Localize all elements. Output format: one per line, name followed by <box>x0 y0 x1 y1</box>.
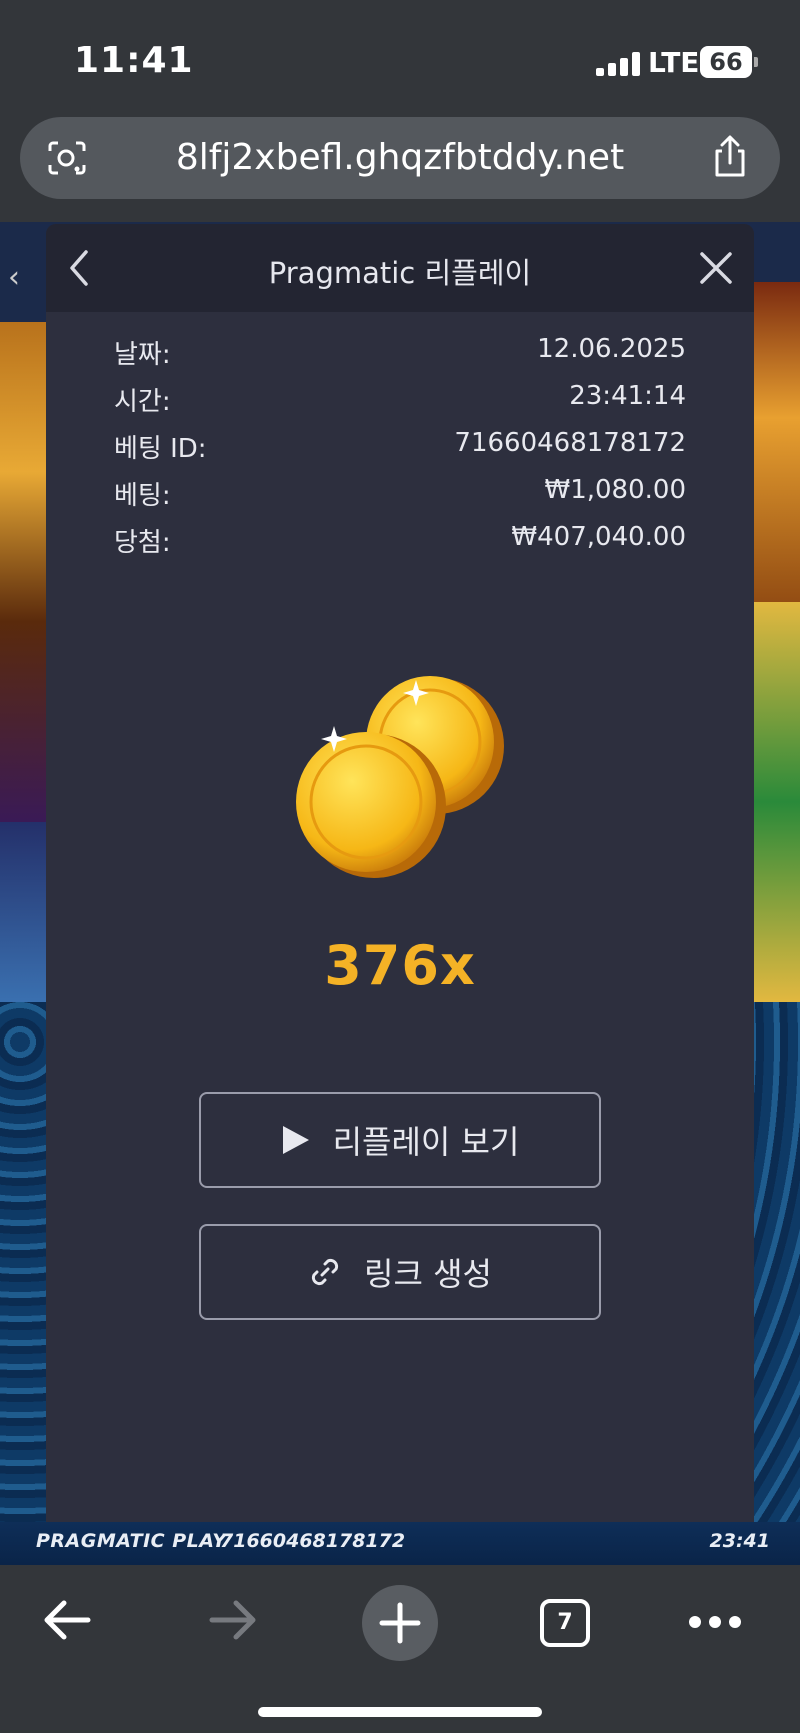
game-art-left <box>0 322 48 822</box>
plus-icon <box>379 1602 421 1644</box>
battery-icon: 66 <box>700 46 758 78</box>
close-icon[interactable] <box>696 248 736 288</box>
modal-title: Pragmatic 리플레이 <box>268 256 532 290</box>
address-bar[interactable]: 8lfj2xbefl.ghqzfbtddy.net <box>20 117 780 199</box>
win-multiplier: 376x <box>324 934 476 997</box>
detail-row-win: 당첨: ₩407,040.00 <box>114 522 686 562</box>
detail-value: ₩407,040.00 <box>511 522 686 552</box>
game-info-strip: PRAGMATIC PLAY 71660468178172 23:41 <box>0 1522 800 1565</box>
gold-coins-icon <box>296 676 504 878</box>
back-arrow-icon[interactable] <box>40 1595 94 1645</box>
detail-label: 시간: <box>114 387 171 417</box>
cellular-signal-icon <box>596 52 642 76</box>
more-options-icon[interactable] <box>688 1615 742 1629</box>
watch-replay-label: 리플레이 보기 <box>332 1123 520 1161</box>
detail-row-date: 날짜: 12.06.2025 <box>114 334 686 374</box>
tabs-count-button[interactable]: 7 <box>540 1599 590 1647</box>
detail-value: 23:41:14 <box>569 381 686 411</box>
create-link-button[interactable]: 링크 생성 <box>199 1224 601 1320</box>
detail-label: 당첨: <box>114 528 171 558</box>
detail-value: ₩1,080.00 <box>544 475 687 505</box>
detail-label: 날짜: <box>114 340 171 370</box>
strip-time: 23:41 <box>709 1530 770 1552</box>
game-art-left-mid <box>0 822 48 1002</box>
url-text[interactable]: 8lfj2xbefl.ghqzfbtddy.net <box>20 137 780 178</box>
provider-brand: PRAGMATIC PLAY <box>36 1530 227 1552</box>
link-icon <box>312 1258 339 1286</box>
strip-bet-id: 71660468178172 <box>220 1530 406 1552</box>
clock: 11:41 <box>74 40 194 81</box>
browser-toolbar: 7 <box>0 1565 800 1733</box>
modal-header: Pragmatic 리플레이 <box>46 224 754 312</box>
detail-row-time: 시간: 23:41:14 <box>114 381 686 421</box>
forward-arrow-icon[interactable] <box>206 1595 260 1645</box>
game-art-right-top <box>752 282 800 622</box>
detail-value: 71660468178172 <box>454 428 686 458</box>
home-indicator <box>258 1707 542 1717</box>
detail-row-bet-id: 베팅 ID: 71660468178172 <box>114 428 686 468</box>
detail-row-bet: 베팅: ₩1,080.00 <box>114 475 686 515</box>
play-icon <box>282 1126 309 1154</box>
game-back-arrow-icon: ‹ <box>8 260 20 295</box>
new-tab-button[interactable] <box>362 1585 438 1661</box>
game-art-right-mid <box>752 602 800 1002</box>
create-link-label: 링크 생성 <box>364 1255 492 1293</box>
replay-modal: Pragmatic 리플레이 날짜: 12.06.2025 시간: 23:41:… <box>46 224 754 1522</box>
detail-label: 베팅 ID: <box>114 434 207 464</box>
share-icon[interactable] <box>710 135 750 179</box>
detail-label: 베팅: <box>114 481 171 511</box>
network-type: LTE <box>648 46 700 79</box>
watch-replay-button[interactable]: 리플레이 보기 <box>199 1092 601 1188</box>
detail-value: 12.06.2025 <box>537 334 686 364</box>
status-bar: 11:41 LTE 66 <box>0 0 800 110</box>
